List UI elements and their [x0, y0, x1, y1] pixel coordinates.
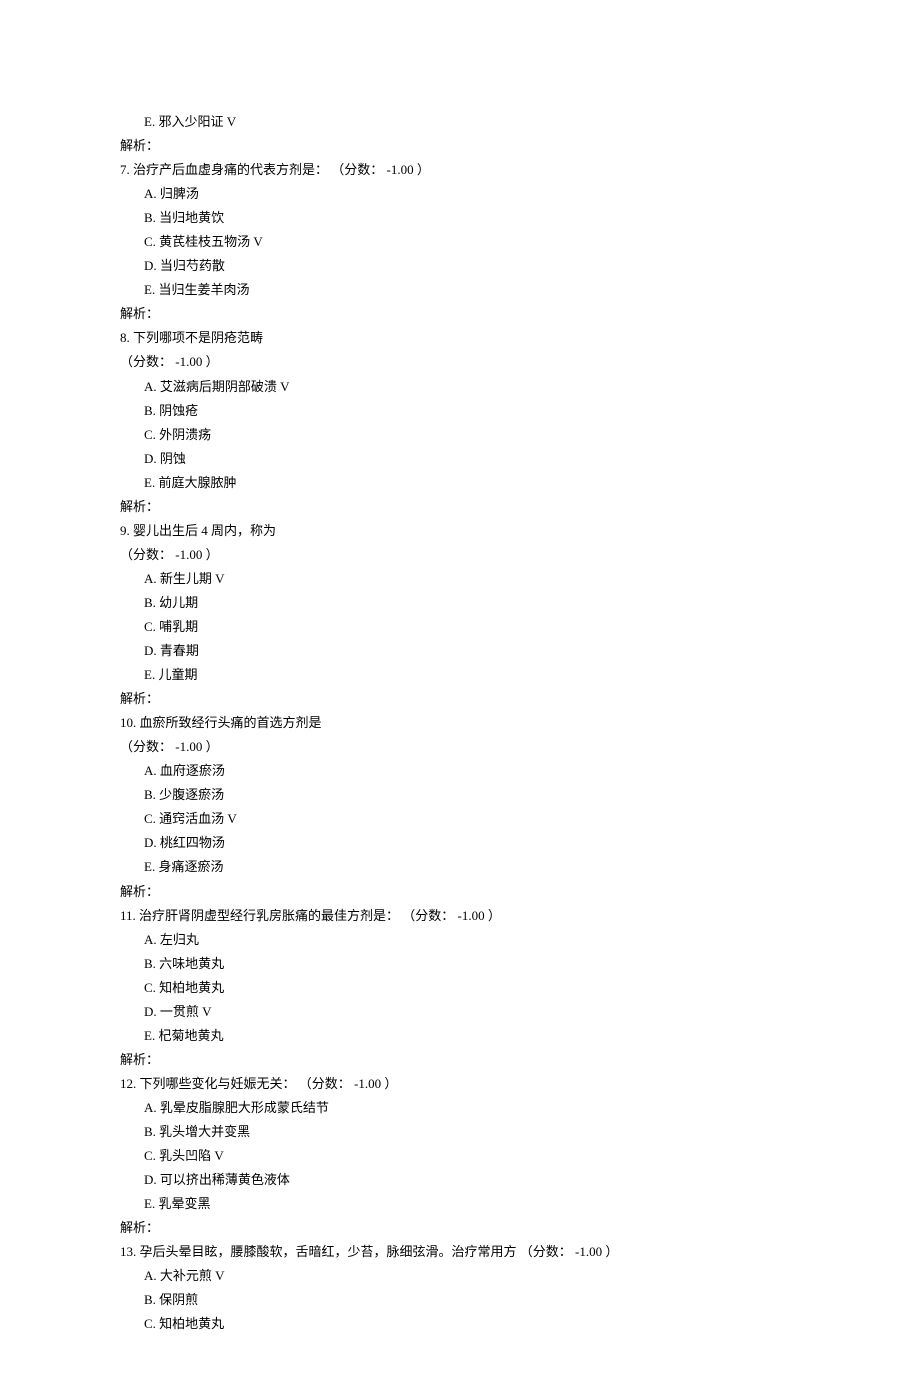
question-11-option-a: A. 左归丸 [120, 928, 805, 952]
question-8-option-b: B. 阴蚀疮 [120, 399, 805, 423]
question-8-option-d: D. 阴蚀 [120, 447, 805, 471]
question-12-explain: 解析： [120, 1216, 805, 1240]
page-content: E. 邪入少阳证 V 解析： 7. 治疗产后血虚身痛的代表方剂是： （分数： -… [120, 110, 805, 1336]
question-6-option-e: E. 邪入少阳证 V [120, 110, 805, 134]
question-11-text: 11. 治疗肝肾阴虚型经行乳房胀痛的最佳方剂是： （分数： -1.00 ） [120, 904, 805, 928]
question-13-option-b: B. 保阴煎 [120, 1288, 805, 1312]
question-10-option-d: D. 桃红四物汤 [120, 831, 805, 855]
question-9-option-c: C. 哺乳期 [120, 615, 805, 639]
question-9-text: 9. 婴儿出生后 4 周内，称为 [120, 519, 805, 543]
question-9-explain: 解析： [120, 687, 805, 711]
question-12-option-e: E. 乳晕变黑 [120, 1192, 805, 1216]
question-12-text: 12. 下列哪些变化与妊娠无关： （分数： -1.00 ） [120, 1072, 805, 1096]
question-13-text: 13. 孕后头晕目眩，腰膝酸软，舌暗红，少苔，脉细弦滑。治疗常用方 （分数： -… [120, 1240, 805, 1264]
question-12-option-a: A. 乳晕皮脂腺肥大形成蒙氏结节 [120, 1096, 805, 1120]
question-9-option-b: B. 幼儿期 [120, 591, 805, 615]
question-10-score: （分数： -1.00 ） [120, 735, 805, 759]
question-11-option-b: B. 六味地黄丸 [120, 952, 805, 976]
question-8-option-a: A. 艾滋病后期阴部破溃 V [120, 375, 805, 399]
question-7-option-d: D. 当归芍药散 [120, 254, 805, 278]
question-7-option-c: C. 黄芪桂枝五物汤 V [120, 230, 805, 254]
question-11-option-e: E. 杞菊地黄丸 [120, 1024, 805, 1048]
question-12-option-b: B. 乳头增大并变黑 [120, 1120, 805, 1144]
question-7-option-a: A. 归脾汤 [120, 182, 805, 206]
question-9-option-a: A. 新生儿期 V [120, 567, 805, 591]
question-8-option-c: C. 外阴溃疡 [120, 423, 805, 447]
question-10-option-a: A. 血府逐瘀汤 [120, 759, 805, 783]
question-11-explain: 解析： [120, 1048, 805, 1072]
question-9-option-d: D. 青春期 [120, 639, 805, 663]
question-13-option-c: C. 知柏地黄丸 [120, 1312, 805, 1336]
question-11-option-d: D. 一贯煎 V [120, 1000, 805, 1024]
question-13-option-a: A. 大补元煎 V [120, 1264, 805, 1288]
question-8-text: 8. 下列哪项不是阴疮范畴 [120, 326, 805, 350]
question-10-option-e: E. 身痛逐瘀汤 [120, 855, 805, 879]
question-11-option-c: C. 知柏地黄丸 [120, 976, 805, 1000]
question-10-option-c: C. 通窍活血汤 V [120, 807, 805, 831]
question-8-score: （分数： -1.00 ） [120, 350, 805, 374]
question-7-option-b: B. 当归地黄饮 [120, 206, 805, 230]
question-7-text: 7. 治疗产后血虚身痛的代表方剂是： （分数： -1.00 ） [120, 158, 805, 182]
question-10-text: 10. 血瘀所致经行头痛的首选方剂是 [120, 711, 805, 735]
question-8-explain: 解析： [120, 495, 805, 519]
question-12-option-d: D. 可以挤出稀薄黄色液体 [120, 1168, 805, 1192]
question-9-score: （分数： -1.00 ） [120, 543, 805, 567]
question-7-option-e: E. 当归生姜羊肉汤 [120, 278, 805, 302]
question-7-explain: 解析： [120, 302, 805, 326]
question-12-option-c: C. 乳头凹陷 V [120, 1144, 805, 1168]
question-6-explain: 解析： [120, 134, 805, 158]
question-10-option-b: B. 少腹逐瘀汤 [120, 783, 805, 807]
question-10-explain: 解析： [120, 880, 805, 904]
question-8-option-e: E. 前庭大腺脓肿 [120, 471, 805, 495]
question-9-option-e: E. 儿童期 [120, 663, 805, 687]
